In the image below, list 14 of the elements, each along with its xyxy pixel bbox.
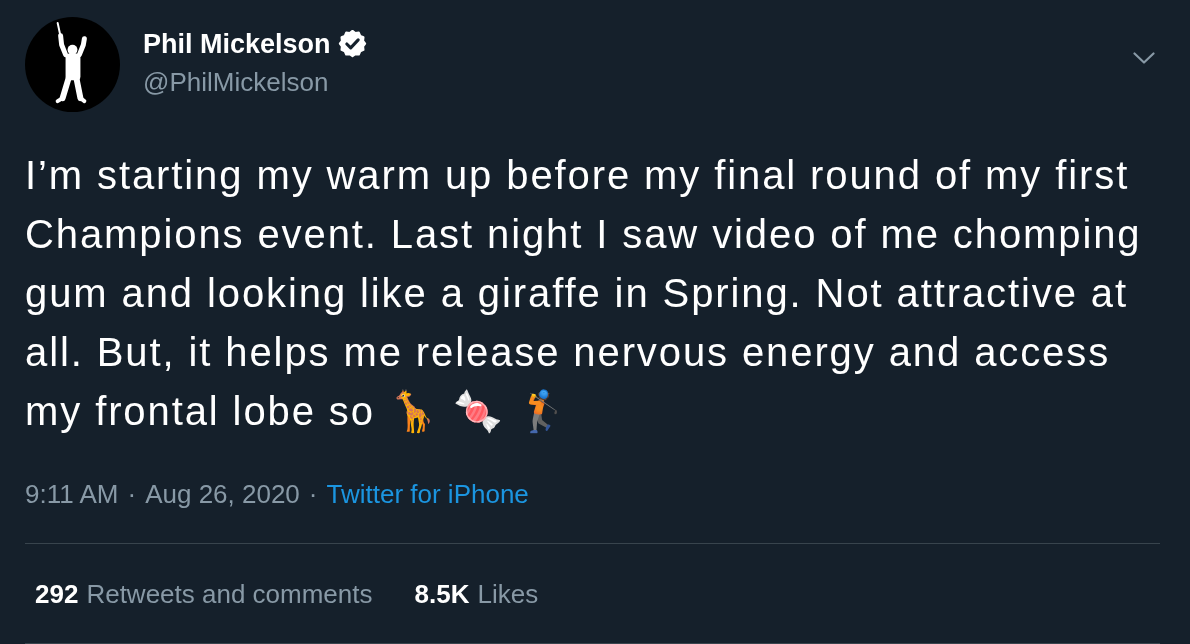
- source-link[interactable]: Twitter for iPhone: [326, 477, 529, 511]
- meta-separator: ·: [308, 478, 318, 511]
- avatar-icon[interactable]: [25, 17, 120, 112]
- chevron-down-icon[interactable]: [1133, 52, 1155, 64]
- tweet-meta-text[interactable]: Aug 26, 2020: [145, 477, 300, 511]
- stat-count[interactable]: 8.5K: [414, 577, 470, 611]
- tweet-meta-text[interactable]: 9:11 AM: [25, 477, 119, 511]
- meta-separator: ·: [127, 478, 137, 511]
- stat-label[interactable]: Retweets and comments: [86, 577, 373, 611]
- author-name[interactable]: Phil Mickelson: [143, 27, 331, 61]
- stat-count[interactable]: 292: [35, 577, 79, 611]
- tweet-text: I’m starting my warm up before my final round of my first Champions event. Last night I saw video of me chomping gum and looking like a giraffe in Spring. Not attractive at all. But, it helps me release nervous energy and access my frontal lobe so 🦒 🍬 🏌: [25, 152, 1143, 436]
- author-handle[interactable]: @PhilMickelson: [143, 65, 368, 99]
- stat-label[interactable]: Likes: [477, 577, 539, 611]
